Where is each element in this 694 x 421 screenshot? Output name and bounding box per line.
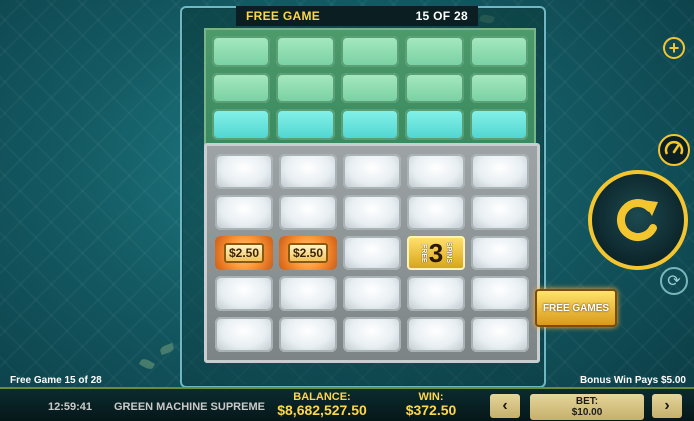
reel-cell bbox=[343, 317, 401, 352]
reel-cell bbox=[212, 36, 271, 67]
reel-cell bbox=[279, 276, 337, 312]
spin-arrow-icon bbox=[617, 199, 658, 241]
reel-cell bbox=[469, 72, 528, 104]
prize-label: $2.50 bbox=[287, 242, 329, 263]
reel-cell bbox=[340, 109, 400, 140]
reel-cell bbox=[471, 194, 529, 230]
reel-cell bbox=[405, 72, 464, 104]
bet-increase-button[interactable]: › bbox=[652, 394, 682, 418]
bet-value: $10.00 bbox=[571, 407, 603, 418]
spins-word-right: SPINS bbox=[445, 242, 453, 264]
balance-value: $8,682,527.50 bbox=[277, 402, 367, 418]
win-display: WIN: $372.50 bbox=[396, 391, 466, 418]
reel-cell bbox=[471, 154, 529, 189]
header-bar: FREE GAME 15 OF 28 bbox=[236, 6, 478, 26]
lower-reel-grid: $2.50 $2.50 FREE 3 SPINS bbox=[204, 143, 540, 363]
reel-cell bbox=[343, 154, 401, 189]
chevron-left-icon: ‹ bbox=[502, 397, 508, 414]
reel-cell bbox=[407, 276, 465, 312]
reel-cell bbox=[469, 109, 528, 140]
reel-cell bbox=[279, 317, 337, 352]
reel-cell bbox=[276, 109, 335, 140]
spin-button[interactable] bbox=[588, 170, 688, 270]
reel-cell bbox=[343, 276, 401, 312]
reel-cell bbox=[215, 276, 273, 312]
bonus-win-status: Bonus Win Pays $5.00 bbox=[579, 375, 686, 386]
reel-cell bbox=[469, 36, 528, 67]
reel-cell bbox=[215, 154, 273, 189]
plus-icon[interactable]: + bbox=[663, 37, 685, 59]
reel-cell bbox=[471, 276, 529, 312]
reel-cell bbox=[215, 194, 273, 230]
reel-cell bbox=[405, 109, 464, 140]
clock: 12:59:41 bbox=[48, 401, 93, 413]
bet-label: BET: bbox=[575, 396, 599, 407]
spins-number: 3 bbox=[428, 237, 444, 268]
bet-decrease-button[interactable]: ‹ bbox=[490, 394, 520, 418]
reel-cell bbox=[407, 154, 465, 189]
win-value: $372.50 bbox=[405, 402, 457, 418]
chevron-right-icon: › bbox=[664, 397, 670, 414]
reel-cell bbox=[407, 317, 465, 352]
free-game-status: Free Game 15 of 28 bbox=[10, 375, 102, 386]
reel-cell bbox=[405, 36, 464, 67]
free-games-badge: FREE GAMES bbox=[535, 289, 617, 327]
reel-cell bbox=[215, 317, 273, 352]
bet-display: BET: $10.00 bbox=[530, 394, 644, 420]
reel-cell bbox=[343, 235, 401, 271]
mode-label: FREE GAME bbox=[246, 9, 321, 23]
reel-cell bbox=[212, 72, 271, 104]
bottom-bar: 12:59:41 GREEN MACHINE SUPREME BALANCE: … bbox=[0, 387, 694, 421]
prize-cell: $2.50 bbox=[279, 235, 337, 271]
free-spins-symbol: FREE 3 SPINS bbox=[407, 235, 465, 271]
reel-cell bbox=[407, 194, 465, 230]
autoplay-icon[interactable]: ⟳ bbox=[660, 267, 688, 295]
prize-cell: $2.50 bbox=[215, 235, 273, 271]
speedometer-icon[interactable] bbox=[658, 134, 690, 166]
reel-cell bbox=[471, 317, 529, 352]
reel-cell bbox=[340, 36, 400, 67]
free-game-progress: 15 OF 28 bbox=[415, 9, 468, 23]
reel-cell bbox=[279, 154, 337, 189]
reel-cell bbox=[340, 72, 400, 104]
spins-word-left: FREE bbox=[419, 243, 427, 263]
prize-label: $2.50 bbox=[223, 242, 265, 263]
reel-cell bbox=[212, 109, 271, 140]
game-name: GREEN MACHINE SUPREME bbox=[114, 401, 265, 413]
reel-cell bbox=[276, 72, 335, 104]
reel-cell bbox=[279, 194, 337, 230]
reel-cell bbox=[471, 235, 529, 271]
upper-reel-grid bbox=[204, 28, 536, 148]
reel-cell bbox=[343, 194, 401, 230]
reel-cell bbox=[276, 36, 335, 67]
balance-display: BALANCE: $8,682,527.50 bbox=[272, 391, 372, 418]
